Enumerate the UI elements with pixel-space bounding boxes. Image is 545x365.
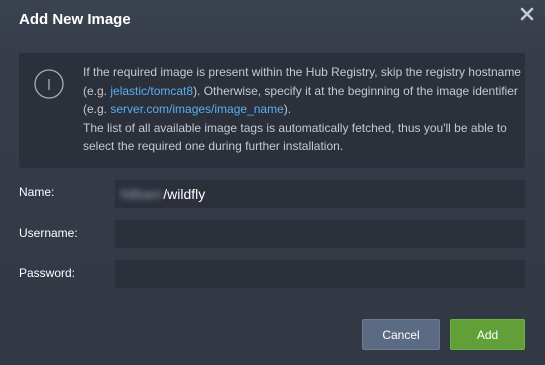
- example-link-hub[interactable]: jelastic/tomcat8: [110, 84, 193, 98]
- close-icon[interactable]: [520, 7, 534, 21]
- add-new-image-dialog: Add New Image If the required image is p…: [0, 0, 545, 365]
- add-button[interactable]: Add: [450, 319, 525, 350]
- dialog-title: Add New Image: [19, 11, 131, 28]
- name-input[interactable]: hiltserı/wildfly: [115, 180, 525, 208]
- name-value-text: /wildfly: [163, 186, 206, 202]
- username-input[interactable]: [115, 220, 525, 248]
- info-text-part: ).: [283, 102, 292, 116]
- password-input[interactable]: [115, 260, 525, 288]
- info-panel: If the required image is present within …: [19, 53, 525, 168]
- name-prefix-redacted: hiltserı: [121, 186, 163, 202]
- info-text: If the required image is present within …: [83, 63, 521, 156]
- username-label: Username:: [19, 226, 78, 240]
- info-icon: [34, 69, 64, 99]
- name-label: Name:: [19, 185, 55, 199]
- example-link-registry[interactable]: server.com/images/image_name: [110, 102, 283, 116]
- info-text-tags: The list of all available image tags is …: [83, 120, 507, 154]
- cancel-button[interactable]: Cancel: [362, 319, 440, 350]
- password-label: Password:: [19, 266, 76, 280]
